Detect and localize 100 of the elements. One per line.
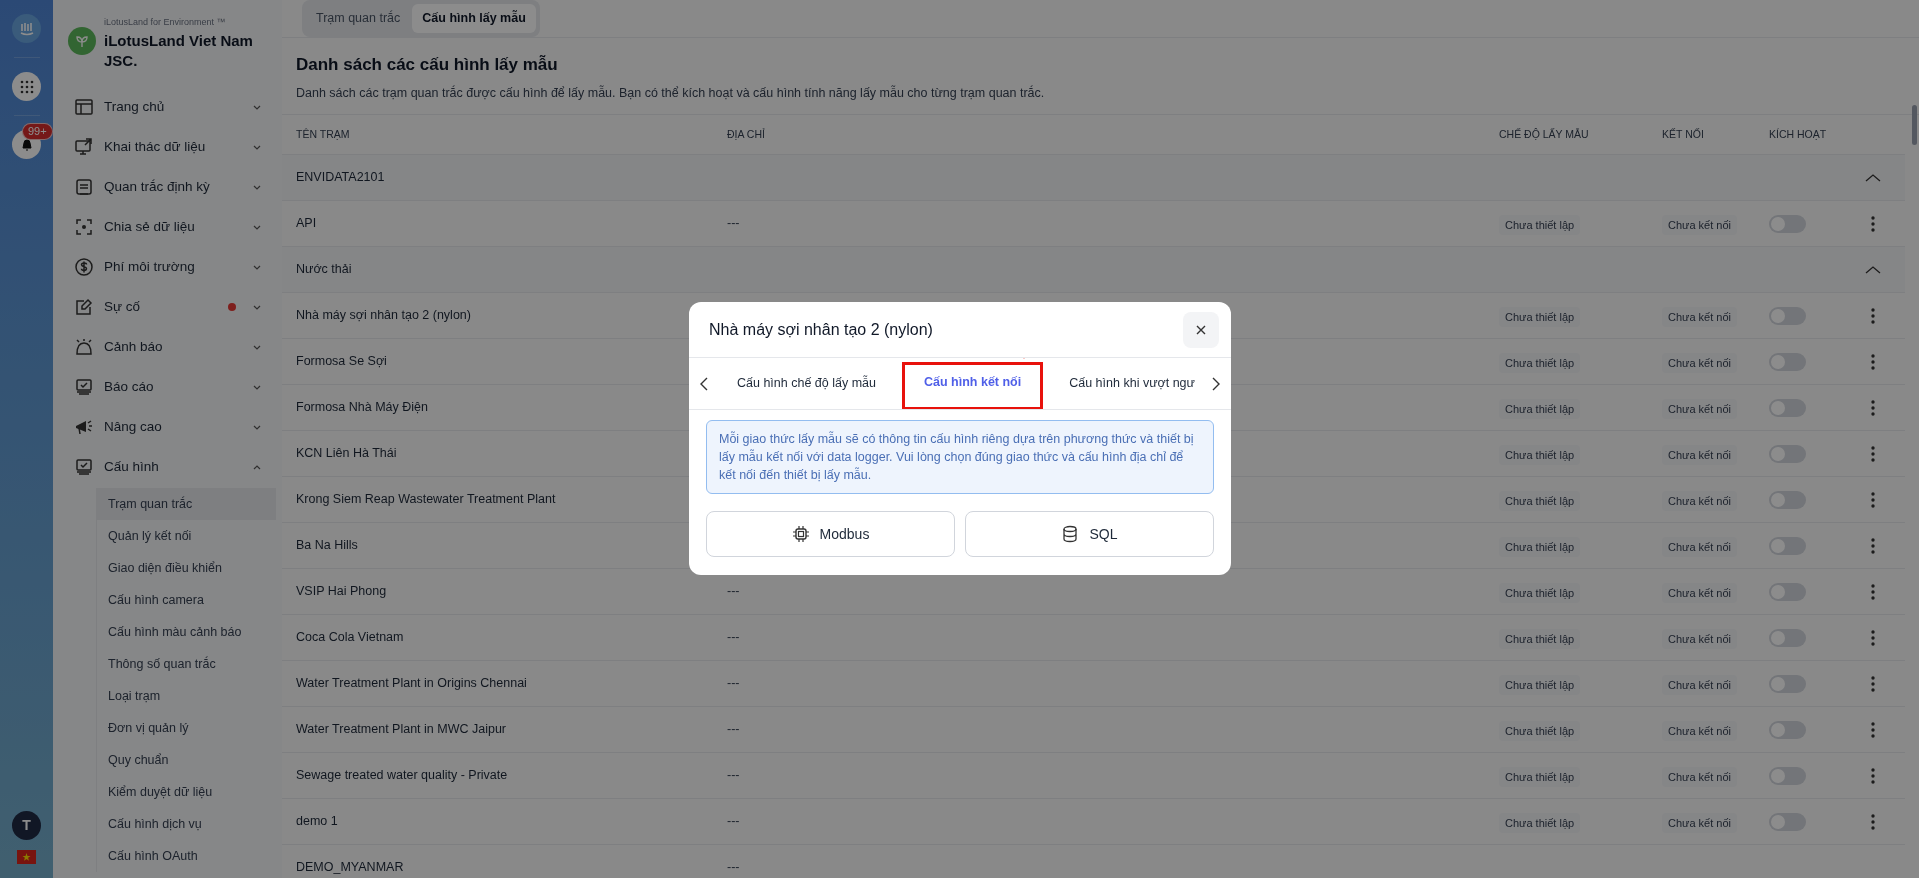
status-badge: Chưa kết nối — [1662, 398, 1737, 419]
scrollbar[interactable] — [1912, 105, 1917, 145]
toggle-switch[interactable] — [1769, 444, 1806, 463]
toggle-switch[interactable] — [1769, 490, 1806, 509]
status-badge: Chưa kết nối — [1662, 674, 1737, 695]
flag-icon[interactable] — [17, 850, 36, 864]
toggle-switch[interactable] — [1769, 306, 1806, 325]
sidebar-item[interactable]: Phí môi trường — [68, 247, 276, 287]
status-badge: Chưa kết nối — [1662, 582, 1737, 603]
submenu-item[interactable]: Trạm quan trắc — [97, 488, 276, 520]
notification-count-badge: 99+ — [22, 123, 53, 140]
toggle-switch[interactable] — [1769, 582, 1806, 601]
close-button[interactable] — [1183, 311, 1219, 348]
more-options-icon[interactable] — [1871, 583, 1875, 600]
app-logo-icon[interactable] — [12, 14, 41, 43]
status-badge: Chưa kết nối — [1662, 536, 1737, 557]
station-name: Coca Cola Vietnam — [296, 629, 405, 647]
toggle-switch[interactable] — [1769, 628, 1806, 647]
more-options-icon[interactable] — [1871, 813, 1875, 830]
status-badge: Chưa thiết lập — [1499, 582, 1581, 603]
address-text: --- — [727, 215, 741, 233]
column-header: KÍCH HOẠT — [1769, 126, 1828, 142]
toggle-switch[interactable] — [1769, 766, 1806, 785]
address-text: --- — [727, 813, 741, 831]
modal-title: Nhà máy sợi nhân tạo 2 (nylon) — [709, 319, 933, 340]
group-name: ENVIDATA2101 — [296, 169, 386, 187]
sidebar-item[interactable]: Cấu hình — [68, 447, 276, 487]
toggle-switch[interactable] — [1769, 812, 1806, 831]
chevron-up-icon[interactable] — [1865, 172, 1881, 183]
tab[interactable]: Cấu hình lấy mẫu — [412, 4, 536, 33]
sidebar-item[interactable]: Trang chủ — [68, 87, 276, 127]
monitor-icon — [74, 137, 94, 157]
station-name: VSIP Hai Phong — [296, 583, 388, 601]
sidebar-item[interactable]: Quan trắc định kỳ — [68, 167, 276, 207]
status-badge: Chưa thiết lập — [1499, 674, 1581, 695]
document-icon — [74, 177, 94, 197]
close-icon — [1196, 324, 1206, 335]
more-options-icon[interactable] — [1871, 491, 1875, 508]
submenu-item[interactable]: Cấu hình camera — [97, 584, 276, 616]
more-options-icon[interactable] — [1871, 399, 1875, 416]
apps-grid-icon[interactable] — [12, 72, 41, 101]
more-options-icon[interactable] — [1871, 353, 1875, 370]
toggle-switch[interactable] — [1769, 674, 1806, 693]
sidebar-item[interactable]: Nâng cao — [68, 407, 276, 447]
edit-icon — [74, 297, 94, 317]
more-options-icon[interactable] — [1871, 675, 1875, 692]
report-icon — [74, 377, 94, 397]
brand-caption: iLotusLand for Environment ™ — [104, 17, 227, 28]
more-options-icon[interactable] — [1871, 721, 1875, 738]
protocol-button[interactable]: SQL — [965, 511, 1214, 557]
status-badge: Chưa kết nối — [1662, 628, 1737, 649]
status-badge: Chưa thiết lập — [1499, 398, 1581, 419]
chevron-up-icon[interactable] — [1865, 264, 1881, 275]
station-name: Water Treatment Plant in MWC Jaipur — [296, 721, 508, 739]
toggle-switch[interactable] — [1769, 352, 1806, 371]
toggle-switch[interactable] — [1769, 536, 1806, 555]
more-options-icon[interactable] — [1871, 629, 1875, 646]
submenu-item[interactable]: Thông số quan trắc — [97, 648, 276, 680]
company-logo-icon — [68, 27, 96, 55]
sidebar-item[interactable]: Cảnh báo — [68, 327, 276, 367]
submenu-item[interactable]: Cấu hình OAuth — [97, 840, 276, 872]
more-options-icon[interactable] — [1871, 767, 1875, 784]
column-header: TÊN TRẠM — [296, 126, 351, 142]
modal-tab[interactable]: Cấu hình chế độ lấy mẫu — [723, 358, 890, 409]
toggle-switch[interactable] — [1769, 398, 1806, 417]
station-name: API — [296, 215, 318, 233]
submenu-item[interactable]: Loại trạm — [97, 680, 276, 712]
sidebar-item[interactable]: Sự cố — [68, 287, 276, 327]
column-header: KẾT NỐI — [1662, 126, 1705, 142]
dollar-icon — [74, 257, 94, 277]
submenu-item[interactable]: Đơn vị quản lý — [97, 712, 276, 744]
toggle-switch[interactable] — [1769, 214, 1806, 233]
more-options-icon[interactable] — [1871, 307, 1875, 324]
more-options-icon[interactable] — [1871, 215, 1875, 232]
protocol-button[interactable]: Modbus — [706, 511, 955, 557]
toggle-switch[interactable] — [1769, 720, 1806, 739]
column-header: ĐỊA CHỈ — [727, 126, 766, 142]
status-badge: Chưa kết nối — [1662, 720, 1737, 741]
page-title: Danh sách các cấu hình lấy mẫu — [296, 54, 559, 76]
sidebar-item[interactable]: Khai thác dữ liệu — [68, 127, 276, 167]
more-options-icon[interactable] — [1871, 537, 1875, 554]
tab[interactable]: Trạm quan trắc — [306, 4, 411, 33]
company-name: iLotusLand Viet Nam JSC. — [104, 31, 254, 71]
address-text: --- — [727, 629, 741, 647]
sidebar-item[interactable]: Chia sẻ dữ liệu — [68, 207, 276, 247]
submenu-item[interactable]: Cấu hình màu cảnh báo — [97, 616, 276, 648]
address-text: --- — [727, 859, 741, 877]
group-name: Nước thải — [296, 261, 353, 279]
modal-tab[interactable]: Cấu hình khi vượt ngư — [1055, 358, 1207, 409]
more-options-icon[interactable] — [1871, 445, 1875, 462]
status-badge: Chưa kết nối — [1662, 352, 1737, 373]
sidebar-item[interactable]: Báo cáo — [68, 367, 276, 407]
submenu-item[interactable]: Cấu hình dịch vụ — [97, 808, 276, 840]
submenu-item[interactable]: Giao diện điều khiển — [97, 552, 276, 584]
user-avatar[interactable]: T — [12, 811, 41, 840]
submenu-item[interactable]: Quy chuẩn — [97, 744, 276, 776]
submenu-item[interactable]: Kiểm duyệt dữ liệu — [97, 776, 276, 808]
address-text: --- — [727, 583, 741, 601]
submenu-item[interactable]: Quản lý kết nối — [97, 520, 276, 552]
column-header: CHẾ ĐỘ LẤY MẪU — [1499, 126, 1590, 142]
